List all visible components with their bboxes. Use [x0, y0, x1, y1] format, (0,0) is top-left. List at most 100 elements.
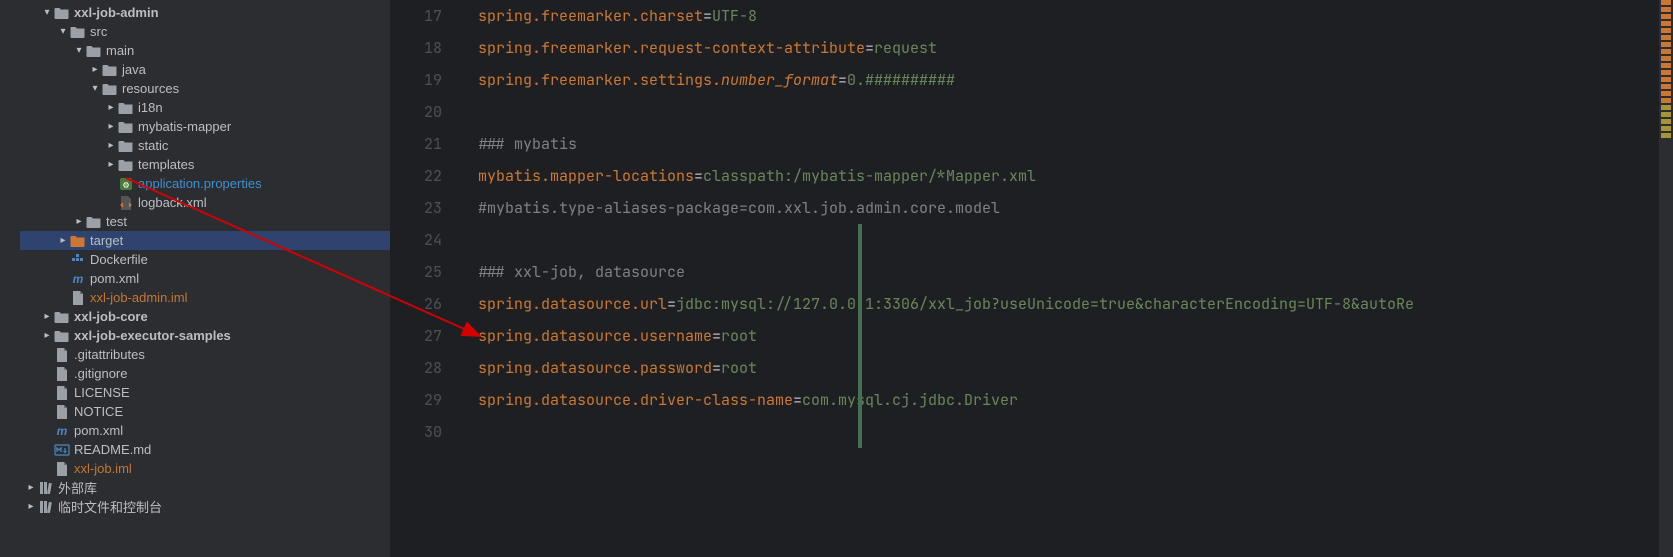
tree-item-static[interactable]: ▸static — [20, 136, 390, 155]
code-line[interactable] — [478, 416, 1659, 448]
chevron-down-icon[interactable]: ▾ — [72, 45, 86, 56]
tree-item-xxl-job-admin-iml[interactable]: xxl-job-admin.iml — [20, 288, 390, 307]
code-line[interactable]: #mybatis.type-aliases-package=com.xxl.jo… — [478, 192, 1659, 224]
chevron-right-icon[interactable]: ▸ — [104, 159, 118, 170]
marker-tick[interactable] — [1661, 21, 1671, 26]
tree-item-pom-xml[interactable]: mpom.xml — [20, 421, 390, 440]
marker-tick[interactable] — [1661, 133, 1671, 138]
tree-item-application-properties[interactable]: ⚙application.properties — [20, 174, 390, 193]
tree-item--[interactable]: ▸外部库 — [20, 478, 390, 497]
chevron-right-icon[interactable]: ▸ — [104, 102, 118, 113]
chevron-down-icon[interactable]: ▾ — [88, 83, 102, 94]
tree-item--gitignore[interactable]: .gitignore — [20, 364, 390, 383]
tree-item-label: xxl-job.iml — [74, 461, 132, 476]
line-number: 27 — [390, 320, 442, 352]
tree-item-i18n[interactable]: ▸i18n — [20, 98, 390, 117]
line-number: 26 — [390, 288, 442, 320]
tree-item--gitattributes[interactable]: .gitattributes — [20, 345, 390, 364]
marker-tick[interactable] — [1661, 56, 1671, 61]
token-key: spring.datasource.driver-class-name — [478, 390, 793, 410]
marker-tick[interactable] — [1661, 35, 1671, 40]
marker-tick[interactable] — [1661, 77, 1671, 82]
tree-item-pom-xml[interactable]: mpom.xml — [20, 269, 390, 288]
code-line[interactable]: spring.freemarker.charset=UTF-8 — [478, 0, 1659, 32]
project-tree[interactable]: ▾xxl-job-admin▾src▾main ▸ java ▾resources▸i… — [20, 0, 390, 557]
tree-item-readme-md[interactable]: README.md — [20, 440, 390, 459]
code-line[interactable]: mybatis.mapper-locations=classpath:/myba… — [478, 160, 1659, 192]
chevron-right-icon[interactable]: ▸ — [40, 311, 54, 322]
token-key: spring.datasource.url — [478, 294, 667, 314]
tree-item-label: 临时文件和控制台 — [58, 497, 162, 516]
token-eq: = — [712, 358, 721, 378]
code-line[interactable]: spring.datasource.password=root — [478, 352, 1659, 384]
marker-tick[interactable] — [1661, 91, 1671, 96]
tree-item-resources[interactable]: ▾resources — [20, 79, 390, 98]
code-line[interactable]: spring.freemarker.request-context-attrib… — [478, 32, 1659, 64]
tree-item-license[interactable]: LICENSE — [20, 383, 390, 402]
token-key: spring.freemarker.settings. — [478, 70, 721, 90]
code-line[interactable] — [478, 224, 1659, 256]
code-area[interactable]: spring.freemarker.charset=UTF-8spring.fr… — [460, 0, 1659, 557]
marker-rail[interactable] — [1659, 0, 1673, 557]
chevron-down-icon[interactable]: ▾ — [40, 7, 54, 18]
marker-tick[interactable] — [1661, 14, 1671, 19]
tree-item-notice[interactable]: NOTICE — [20, 402, 390, 421]
tree-item-src[interactable]: ▾src — [20, 22, 390, 41]
code-line[interactable]: spring.freemarker.settings.number_format… — [478, 64, 1659, 96]
chevron-right-icon[interactable]: ▸ — [72, 216, 86, 227]
code-editor[interactable]: 1718192021222324252627282930 spring.free… — [390, 0, 1673, 557]
token-key-italic: number_format — [721, 70, 838, 90]
tree-item-test[interactable]: ▸test — [20, 212, 390, 231]
maven-icon: m — [70, 271, 86, 287]
tree-item-xxl-job-executor-samples[interactable]: ▸ xxl-job-executor-samples — [20, 326, 390, 345]
tree-item-main[interactable]: ▾main — [20, 41, 390, 60]
marker-tick[interactable] — [1661, 49, 1671, 54]
code-line[interactable] — [478, 96, 1659, 128]
tree-item-java[interactable]: ▸ java — [20, 60, 390, 79]
code-line[interactable]: spring.datasource.username=root — [478, 320, 1659, 352]
marker-tick[interactable] — [1661, 28, 1671, 33]
token-eq: = — [838, 70, 847, 90]
tree-item-mybatis-mapper[interactable]: ▸ mybatis-mapper — [20, 117, 390, 136]
code-line[interactable]: spring.datasource.url=jdbc:mysql://127.0… — [478, 288, 1659, 320]
code-line[interactable]: ### xxl-job, datasource — [478, 256, 1659, 288]
chevron-right-icon[interactable]: ▸ — [104, 121, 118, 132]
tree-item-label: java — [122, 62, 146, 77]
token-key: spring.datasource.password — [478, 358, 712, 378]
marker-tick[interactable] — [1661, 84, 1671, 89]
chevron-right-icon[interactable]: ▸ — [104, 140, 118, 151]
marker-tick[interactable] — [1661, 98, 1671, 103]
folder-icon — [86, 214, 102, 230]
marker-tick[interactable] — [1661, 42, 1671, 47]
code-line[interactable]: ### mybatis — [478, 128, 1659, 160]
chevron-right-icon[interactable]: ▸ — [56, 235, 70, 246]
chevron-right-icon[interactable]: ▸ — [40, 330, 54, 341]
tree-item-target[interactable]: ▸target — [20, 231, 390, 250]
tree-item-label: mybatis-mapper — [138, 119, 231, 134]
chevron-right-icon[interactable]: ▸ — [88, 64, 102, 75]
tree-item-label: Dockerfile — [90, 252, 148, 267]
tree-item--[interactable]: ▸ 临时文件和控制台 — [20, 497, 390, 516]
code-line[interactable]: spring.datasource.driver-class-name=com.… — [478, 384, 1659, 416]
marker-tick[interactable] — [1661, 0, 1671, 5]
folder-icon — [118, 138, 134, 154]
marker-tick[interactable] — [1661, 112, 1671, 117]
tree-item-xxl-job-iml[interactable]: xxl-job.iml — [20, 459, 390, 478]
tree-item-xxl-job-core[interactable]: ▸xxl-job-core — [20, 307, 390, 326]
chevron-right-icon[interactable]: ▸ — [24, 482, 38, 493]
token-val: root — [721, 358, 757, 378]
marker-tick[interactable] — [1661, 126, 1671, 131]
token-eq: = — [667, 294, 676, 314]
chevron-right-icon[interactable]: ▸ — [24, 501, 38, 512]
tree-item-label: xxl-job-executor-samples — [74, 328, 231, 343]
tree-item-templates[interactable]: ▸templates — [20, 155, 390, 174]
marker-tick[interactable] — [1661, 7, 1671, 12]
tree-item-xxl-job-admin[interactable]: ▾xxl-job-admin — [20, 3, 390, 22]
marker-tick[interactable] — [1661, 119, 1671, 124]
tree-item-dockerfile[interactable]: Dockerfile — [20, 250, 390, 269]
marker-tick[interactable] — [1661, 63, 1671, 68]
tree-item-logback-xml[interactable]: logback.xml — [20, 193, 390, 212]
chevron-down-icon[interactable]: ▾ — [56, 26, 70, 37]
marker-tick[interactable] — [1661, 105, 1671, 110]
marker-tick[interactable] — [1661, 70, 1671, 75]
